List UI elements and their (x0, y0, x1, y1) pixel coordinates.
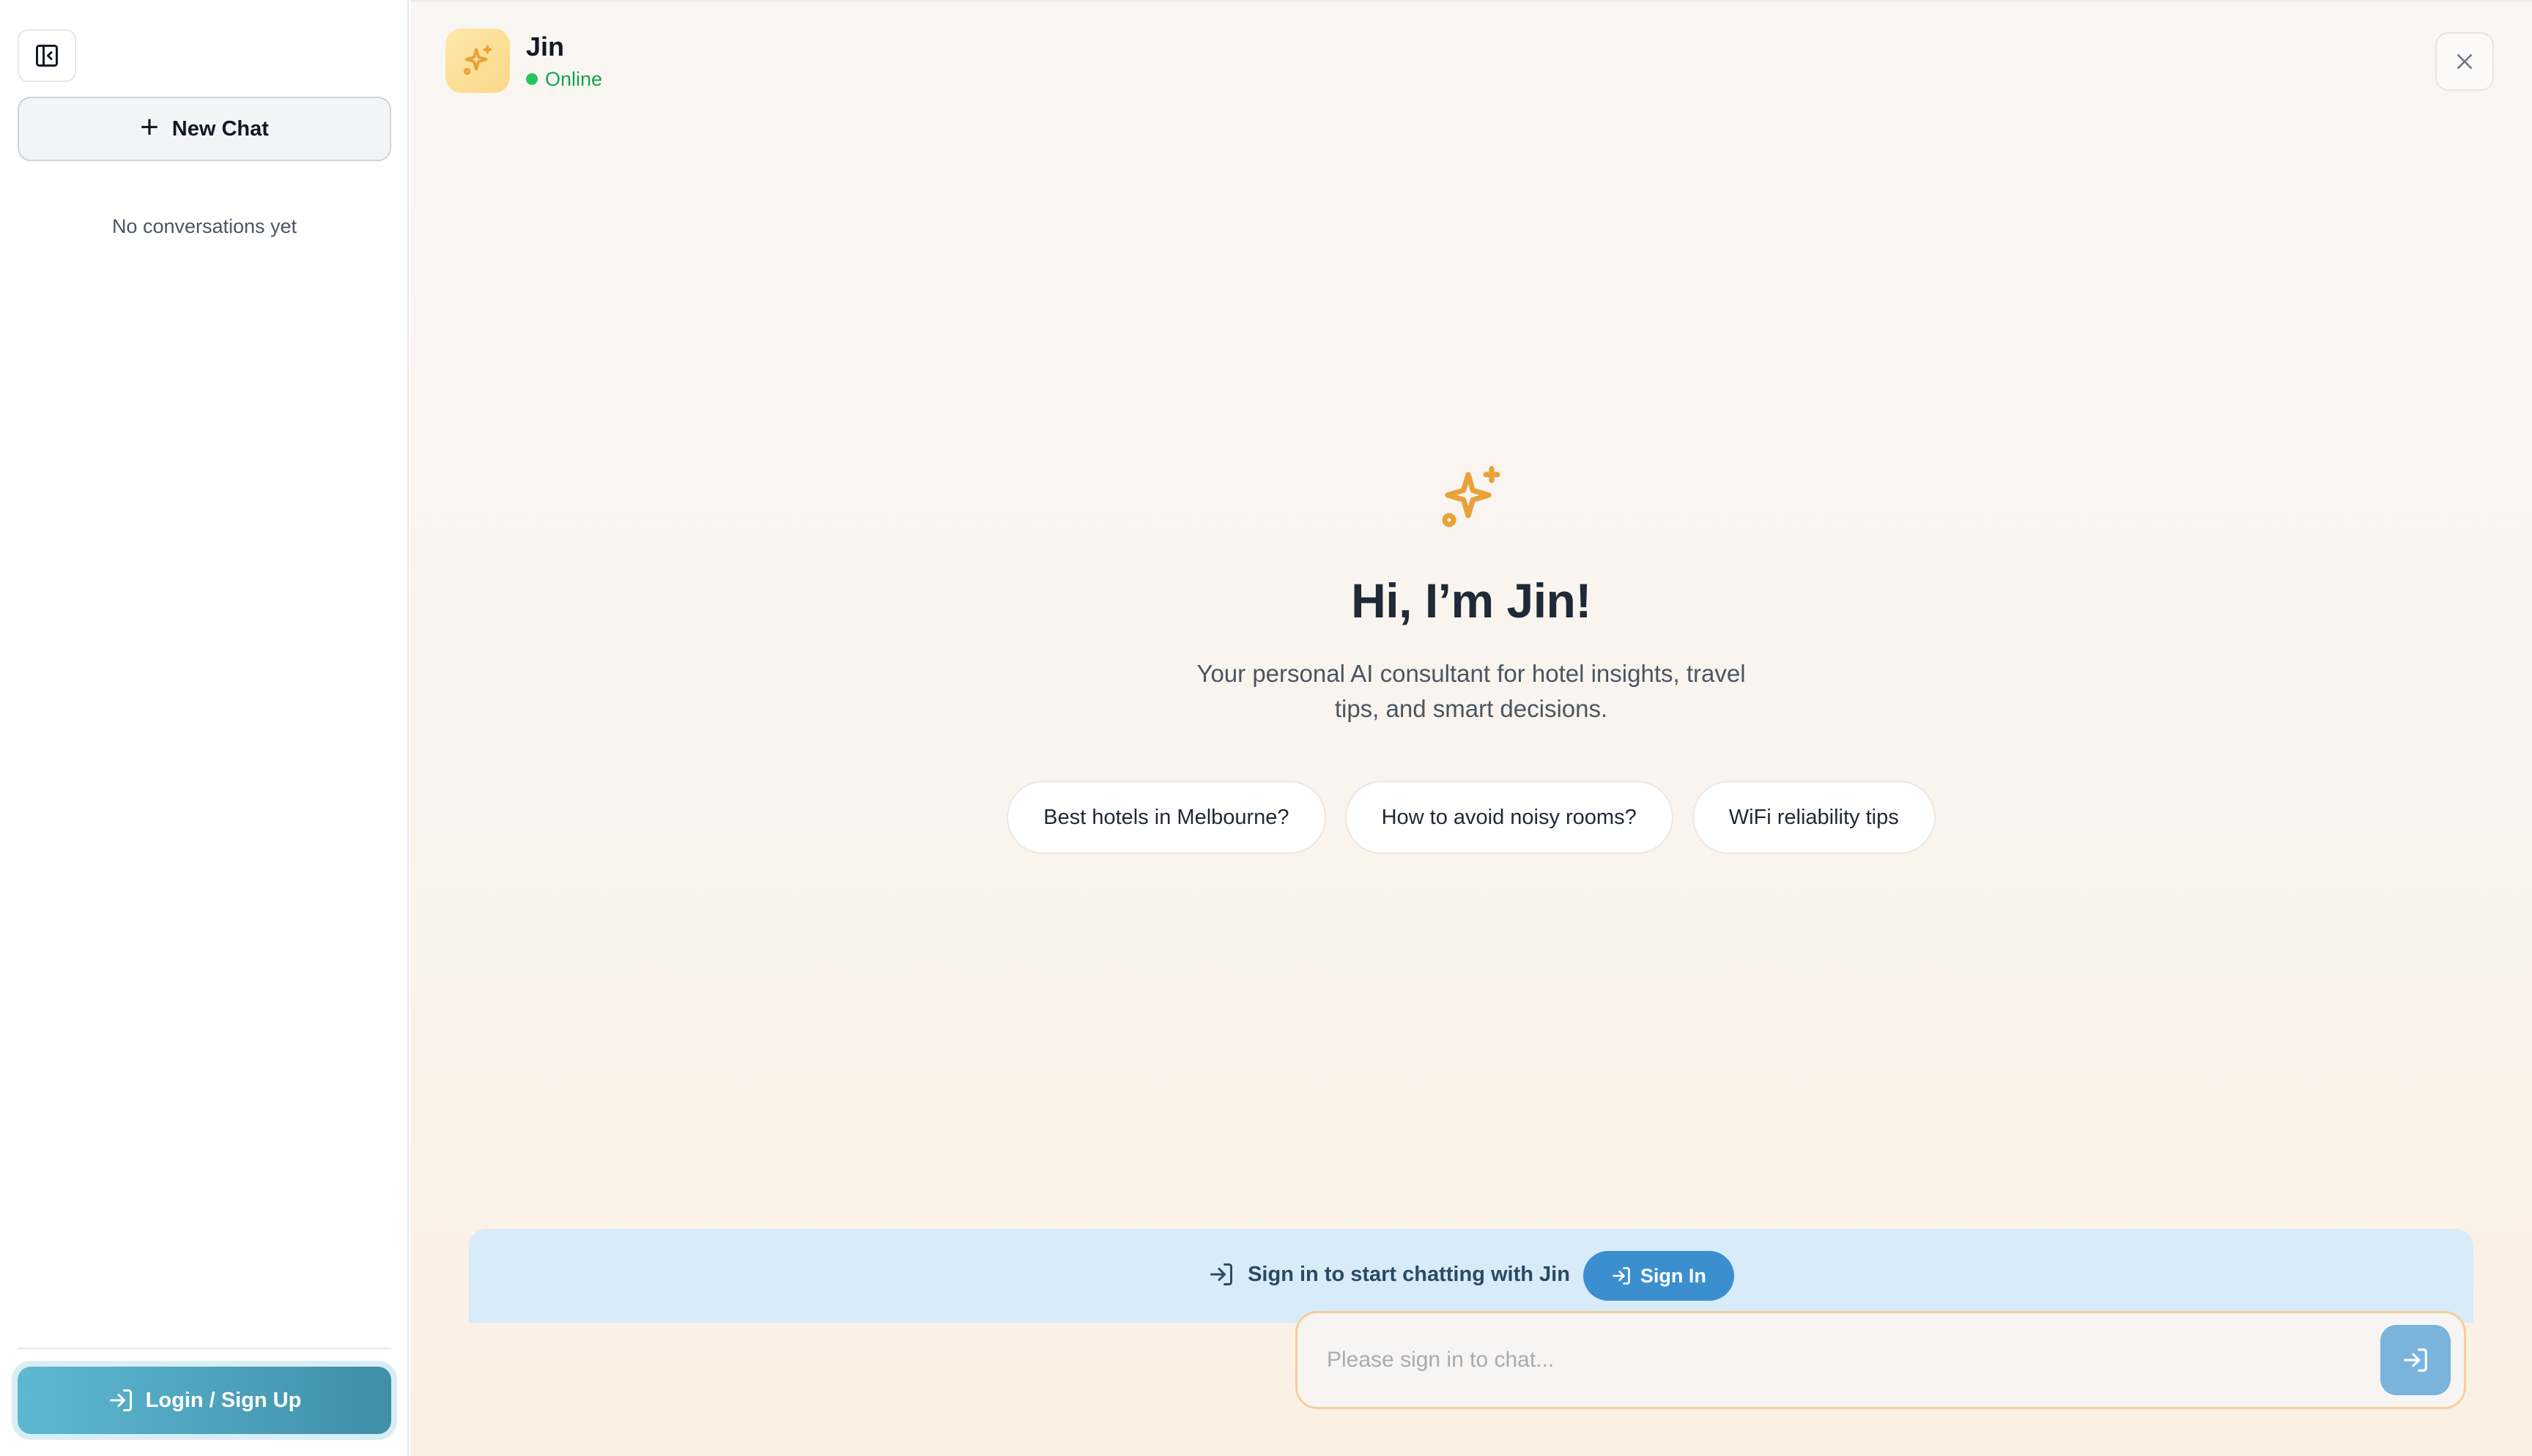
login-arrow-icon (1210, 1263, 1233, 1285)
sparkles-icon (1442, 466, 1500, 527)
send-button[interactable] (2380, 1325, 2451, 1395)
sidebar-collapse-icon (36, 45, 58, 67)
plus-icon: + (140, 109, 159, 145)
suggestion-chips: Best hotels in Melbourne? How to avoid n… (410, 781, 2532, 854)
chat-header: Jin Online (445, 28, 602, 94)
login-arrow-icon (2404, 1348, 2427, 1372)
chat-input[interactable] (1327, 1348, 2380, 1373)
signin-prompt: Sign in to start chatting with Jin (1208, 1251, 1570, 1298)
chat-main: Jin Online Hi, I’m Jin! Your personal AI… (410, 0, 2532, 1456)
new-chat-label: New Chat (171, 116, 269, 141)
assistant-info: Jin Online (526, 31, 602, 91)
welcome-subtitle: Your personal AI consultant for hotel in… (1196, 660, 1746, 722)
login-arrow-icon (109, 1389, 132, 1411)
suggestion-chip[interactable]: How to avoid noisy rooms? (1344, 781, 1673, 854)
sidebar-divider (18, 1348, 391, 1349)
close-button[interactable] (2435, 32, 2494, 91)
collapse-sidebar-button[interactable] (18, 29, 76, 82)
login-container: Login / Sign Up (12, 1361, 397, 1440)
close-icon (2457, 54, 2472, 69)
login-arrow-icon (1613, 1267, 1630, 1285)
sidebar: + New Chat No conversations yet Login / … (0, 0, 409, 1456)
assistant-status: Online (526, 68, 602, 91)
new-chat-button[interactable]: + New Chat (18, 97, 391, 161)
signin-button[interactable]: Sign In (1582, 1251, 1734, 1301)
sparkles-icon (463, 45, 492, 75)
login-signup-label: Login / Sign Up (145, 1388, 302, 1412)
login-signup-button[interactable]: Login / Sign Up (18, 1367, 391, 1434)
status-label: Online (545, 67, 603, 90)
signin-prompt-text: Sign in to start chatting with Jin (1248, 1263, 1570, 1286)
suggestion-chip[interactable]: WiFi reliability tips (1692, 781, 1936, 854)
suggestion-chip[interactable]: Best hotels in Melbourne? (1007, 781, 1326, 854)
assistant-name: Jin (526, 31, 565, 62)
online-status-dot (526, 73, 538, 85)
assistant-avatar (445, 29, 510, 93)
welcome-title: Hi, I’m Jin! (1351, 573, 1591, 628)
empty-conversations-text: No conversations yet (111, 215, 297, 237)
chat-composer (1295, 1311, 2466, 1409)
signin-button-label: Sign In (1640, 1264, 1706, 1287)
signin-banner: Sign in to start chatting with Jin Sign … (469, 1229, 2473, 1323)
